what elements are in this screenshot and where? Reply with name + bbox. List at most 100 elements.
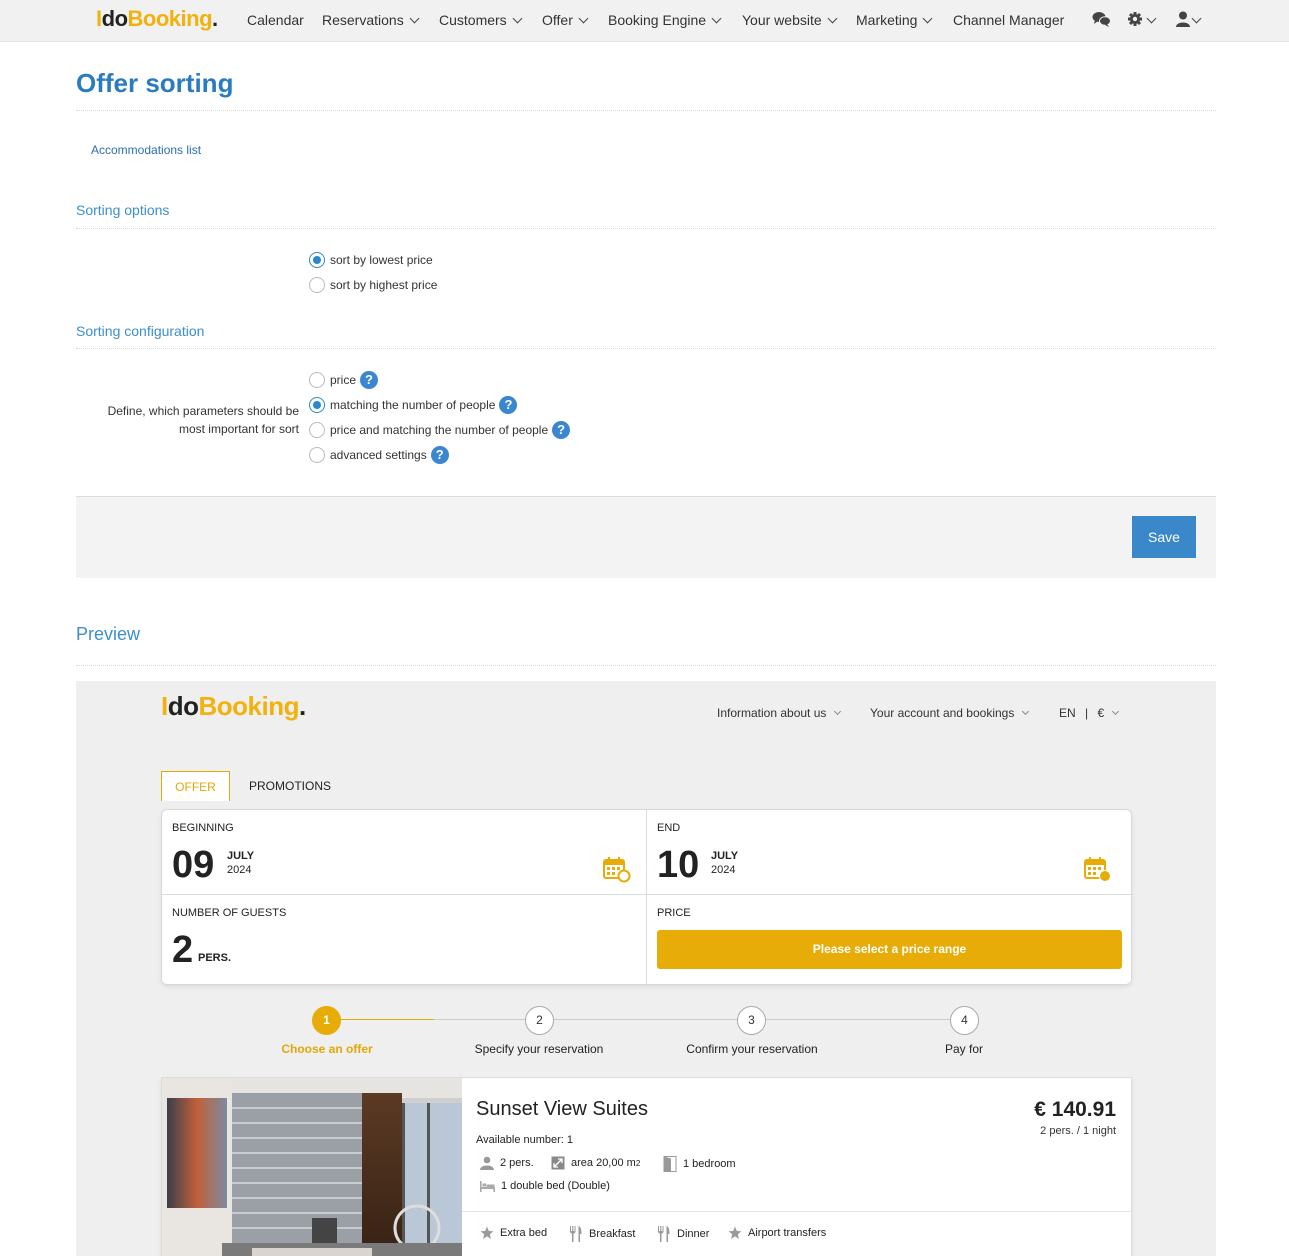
help-icon[interactable]: ? (499, 396, 518, 414)
step-1-label: Choose an offer (281, 1042, 373, 1056)
sorting-configuration-title: Sorting configuration (76, 323, 205, 339)
help-icon[interactable]: ? (552, 421, 571, 439)
area-icon (551, 1156, 565, 1170)
beginning-year: 2024 (227, 864, 252, 876)
offer-card[interactable]: Sunset View Suites € 140.91 2 pers. / 1 … (161, 1077, 1133, 1256)
sort-parameters-label: Define, which parameters should be most … (107, 404, 299, 436)
preview-brand-logo[interactable]: IdoBooking. (161, 691, 306, 722)
help-icon[interactable]: ? (360, 371, 379, 389)
calendar-icon[interactable] (1084, 857, 1112, 888)
end-month: JULY (711, 850, 739, 862)
radio-label: price and matching the number of people (330, 423, 549, 437)
amenity-label: Dinner (677, 1228, 710, 1240)
radio-button[interactable] (309, 277, 325, 293)
nav-booking-engine-label: Booking Engine (608, 12, 707, 28)
nav-booking-engine[interactable]: Booking Engine (608, 12, 722, 28)
star-icon (480, 1226, 494, 1239)
gear-icon[interactable] (1127, 11, 1143, 32)
radio-button[interactable] (309, 447, 325, 463)
sorting-options-title: Sorting options (76, 202, 170, 218)
nav-calendar[interactable]: Calendar (247, 12, 304, 28)
amenity-label: Airport transfers (748, 1227, 827, 1239)
nav-your-website-label: Your website (742, 12, 822, 28)
language-currency-selector[interactable]: EN | € (1059, 706, 1120, 720)
radio-button[interactable] (309, 372, 325, 388)
persons-value: 2 pers. (500, 1157, 534, 1169)
nav-calendar-label: Calendar (247, 12, 304, 28)
accommodations-list-link[interactable]: Accommodations list (91, 143, 201, 157)
tab-promotions[interactable]: PROMOTIONS (246, 771, 334, 801)
feature-persons: 2 pers. (480, 1156, 534, 1170)
booking-engine-preview: IdoBooking. Information about us Your ac… (76, 681, 1216, 1256)
chevron-down-icon[interactable] (1191, 12, 1202, 30)
radio-label: price (330, 373, 357, 387)
nav-reservations[interactable]: Reservations (322, 12, 420, 28)
step-line (434, 1019, 966, 1020)
step-4-label: Pay for (944, 1042, 983, 1056)
chevron-down-icon (1112, 707, 1120, 716)
page-title: Offer sorting (76, 68, 234, 98)
brand-logo[interactable]: IdoBooking. (96, 6, 218, 32)
room-photo[interactable] (162, 1078, 462, 1256)
area-unit-sup: 2 (635, 1158, 641, 1168)
step-2-circle: 2 (525, 1006, 554, 1035)
radio-sort-lowest-price[interactable]: sort by lowest price (309, 251, 433, 269)
area-value: area 20,00 m (571, 1157, 636, 1169)
step-1-circle: 1 (312, 1006, 341, 1035)
logo-dot: . (299, 691, 306, 721)
radio-config-price-and-people[interactable]: price and matching the number of people … (309, 421, 571, 439)
beginning-label: BEGINNING (172, 822, 234, 834)
logo-dot: . (212, 6, 218, 31)
beginning-month: JULY (227, 850, 255, 862)
radio-button[interactable] (309, 397, 325, 413)
user-icon[interactable] (1176, 11, 1190, 32)
menu-label: Your account and bookings (870, 706, 1015, 720)
nav-marketing[interactable]: Marketing (856, 12, 933, 28)
help-icon[interactable]: ? (430, 446, 449, 464)
nav-channel-manager[interactable]: Channel Manager (953, 12, 1064, 28)
radio-config-advanced[interactable]: advanced settings ? (309, 446, 449, 464)
chevron-down-icon[interactable] (1145, 12, 1157, 30)
divider (76, 228, 1216, 229)
cutlery-icon (658, 1226, 670, 1242)
radio-sort-highest-price[interactable]: sort by highest price (309, 276, 437, 294)
logo-do: do (101, 6, 128, 31)
amenity-extra-bed: Extra bed (480, 1226, 547, 1240)
price-range-button[interactable]: Please select a price range (657, 930, 1122, 969)
offer-name[interactable]: Sunset View Suites (476, 1098, 648, 1121)
radio-config-price[interactable]: price ? (309, 371, 379, 389)
offer-price: € 140.91 (1034, 1098, 1116, 1121)
save-button[interactable]: Save (1132, 516, 1196, 558)
end-day: 10 (657, 844, 700, 886)
divider (646, 810, 647, 986)
bedrooms-value: 1 bedroom (683, 1158, 736, 1170)
logo-i: I (161, 691, 168, 721)
feature-bed: 1 double bed (Double) (480, 1180, 610, 1192)
chevron-down-icon (923, 13, 933, 24)
nav-customers[interactable]: Customers (439, 12, 523, 28)
nav-your-website[interactable]: Your website (742, 12, 838, 28)
tab-offer[interactable]: OFFER (161, 771, 230, 801)
separator: | (1085, 706, 1089, 720)
step-3-label: Confirm your reservation (686, 1042, 818, 1056)
person-icon (480, 1156, 494, 1170)
guests-label: NUMBER OF GUESTS (172, 907, 287, 919)
divider (76, 665, 1216, 666)
available-number: Available number: 1 (476, 1134, 574, 1146)
end-year: 2024 (711, 864, 736, 876)
radio-label: advanced settings (330, 448, 427, 462)
logo-booking: Booking (127, 6, 213, 31)
radio-config-matching-people[interactable]: matching the number of people ? (309, 396, 518, 414)
menu-account-and-bookings[interactable]: Your account and bookings (870, 706, 1030, 720)
radio-button[interactable] (309, 422, 325, 438)
step-3-circle: 3 (737, 1006, 766, 1035)
amenity-dinner: Dinner (657, 1226, 709, 1242)
nav-offer[interactable]: Offer (542, 12, 589, 28)
calendar-icon[interactable] (603, 857, 631, 888)
chat-icon[interactable] (1092, 11, 1111, 33)
menu-information-about-us[interactable]: Information about us (717, 706, 842, 720)
radio-button[interactable] (309, 252, 325, 268)
nav-offer-label: Offer (542, 12, 573, 28)
door-icon (663, 1156, 677, 1172)
chevron-down-icon (827, 13, 838, 24)
